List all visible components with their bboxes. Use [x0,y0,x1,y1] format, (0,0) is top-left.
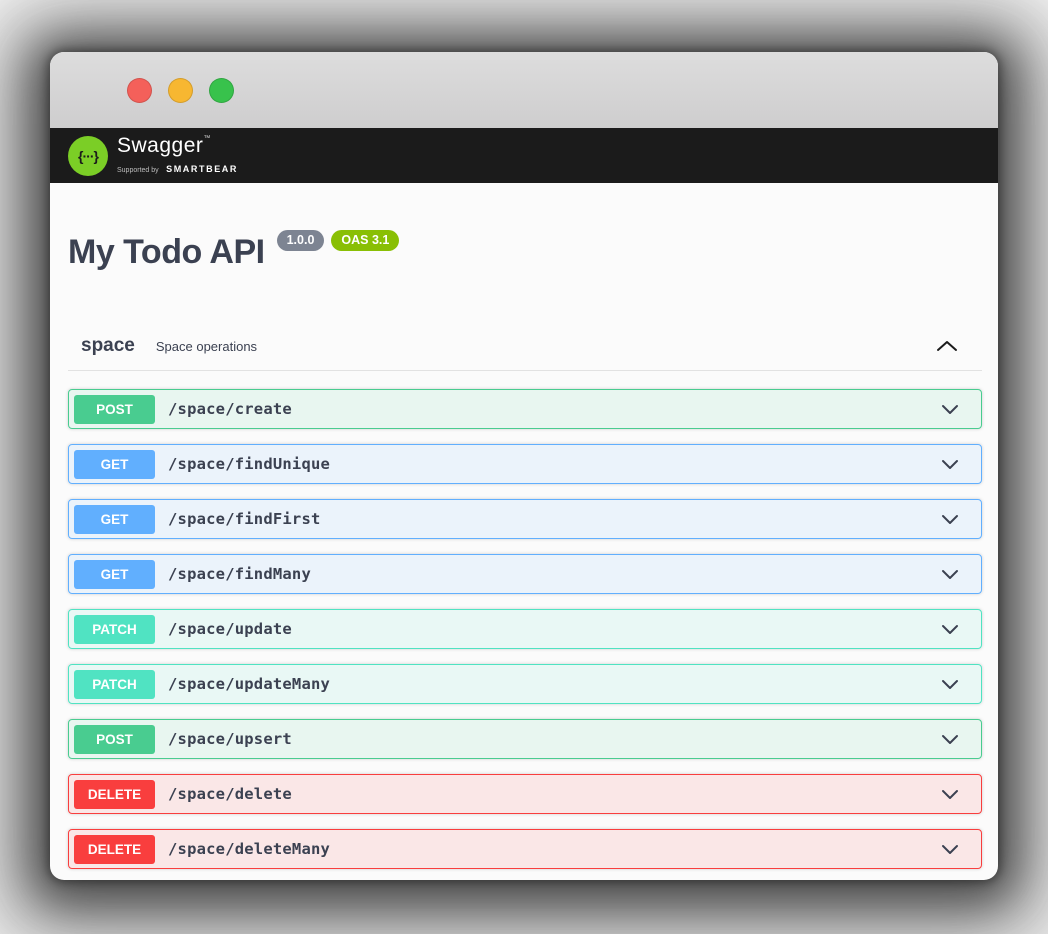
app-window: {···} Swagger™ Supported by SMARTBEAR My… [50,52,998,880]
operation-row-space-update[interactable]: PATCH /space/update [68,609,982,649]
operation-path: /space/findFirst [168,510,321,528]
swagger-topbar: {···} Swagger™ Supported by SMARTBEAR [50,128,998,183]
swagger-brand[interactable]: Swagger™ Supported by SMARTBEAR [117,135,238,176]
window-controls [127,78,234,103]
tag-name: space [81,335,135,357]
supported-by-label: Supported by [117,167,159,174]
chevron-down-icon[interactable] [939,675,961,693]
chevron-down-icon[interactable] [939,400,961,418]
api-doc-content: My Todo API 1.0.0 OAS 3.1 space Space op… [50,235,998,869]
chevron-down-icon[interactable] [939,785,961,803]
version-badge: 1.0.0 [277,230,325,251]
page-title: My Todo API [68,235,265,269]
tag-section-header[interactable]: space Space operations [68,335,982,371]
curly-braces-icon: {···} [78,148,98,164]
method-badge: GET [74,505,155,534]
method-badge: DELETE [74,835,155,864]
chevron-up-icon[interactable] [934,336,960,356]
operation-row-space-deletemany[interactable]: DELETE /space/deleteMany [68,829,982,869]
operation-row-space-updatemany[interactable]: PATCH /space/updateMany [68,664,982,704]
trademark-symbol: ™ [203,135,210,142]
operation-row-space-findunique[interactable]: GET /space/findUnique [68,444,982,484]
operation-path: /space/delete [168,785,292,803]
operation-path: /space/updateMany [168,675,330,693]
operation-row-space-create[interactable]: POST /space/create [68,389,982,429]
method-badge: PATCH [74,615,155,644]
method-badge: GET [74,450,155,479]
chevron-down-icon[interactable] [939,730,961,748]
method-badge: GET [74,560,155,589]
operation-row-space-findmany[interactable]: GET /space/findMany [68,554,982,594]
operation-path: /space/findMany [168,565,311,583]
operation-row-space-delete[interactable]: DELETE /space/delete [68,774,982,814]
operation-row-space-upsert[interactable]: POST /space/upsert [68,719,982,759]
zoom-button[interactable] [209,78,234,103]
chevron-down-icon[interactable] [939,565,961,583]
chevron-down-icon[interactable] [939,510,961,528]
operation-path: /space/deleteMany [168,840,330,858]
method-badge: POST [74,395,155,424]
tag-description: Space operations [156,339,257,354]
operations-list: POST /space/create GET /space/findUnique… [68,389,982,869]
operation-row-space-findfirst[interactable]: GET /space/findFirst [68,499,982,539]
chevron-down-icon[interactable] [939,620,961,638]
screenshot-stage: {···} Swagger™ Supported by SMARTBEAR My… [0,0,1048,934]
operation-path: /space/update [168,620,292,638]
chevron-down-icon[interactable] [939,455,961,473]
brand-name: Swagger [117,134,203,157]
operation-path: /space/upsert [168,730,292,748]
minimize-button[interactable] [168,78,193,103]
chevron-down-icon[interactable] [939,840,961,858]
method-badge: DELETE [74,780,155,809]
close-button[interactable] [127,78,152,103]
method-badge: PATCH [74,670,155,699]
operation-path: /space/findUnique [168,455,330,473]
swagger-logo-icon[interactable]: {···} [68,136,108,176]
api-badges: 1.0.0 OAS 3.1 [277,230,400,251]
smartbear-wordmark: SMARTBEAR [166,164,238,174]
method-badge: POST [74,725,155,754]
operation-path: /space/create [168,400,292,418]
oas-badge: OAS 3.1 [331,230,399,251]
window-titlebar [50,52,998,128]
api-info-header: My Todo API 1.0.0 OAS 3.1 [68,235,982,269]
